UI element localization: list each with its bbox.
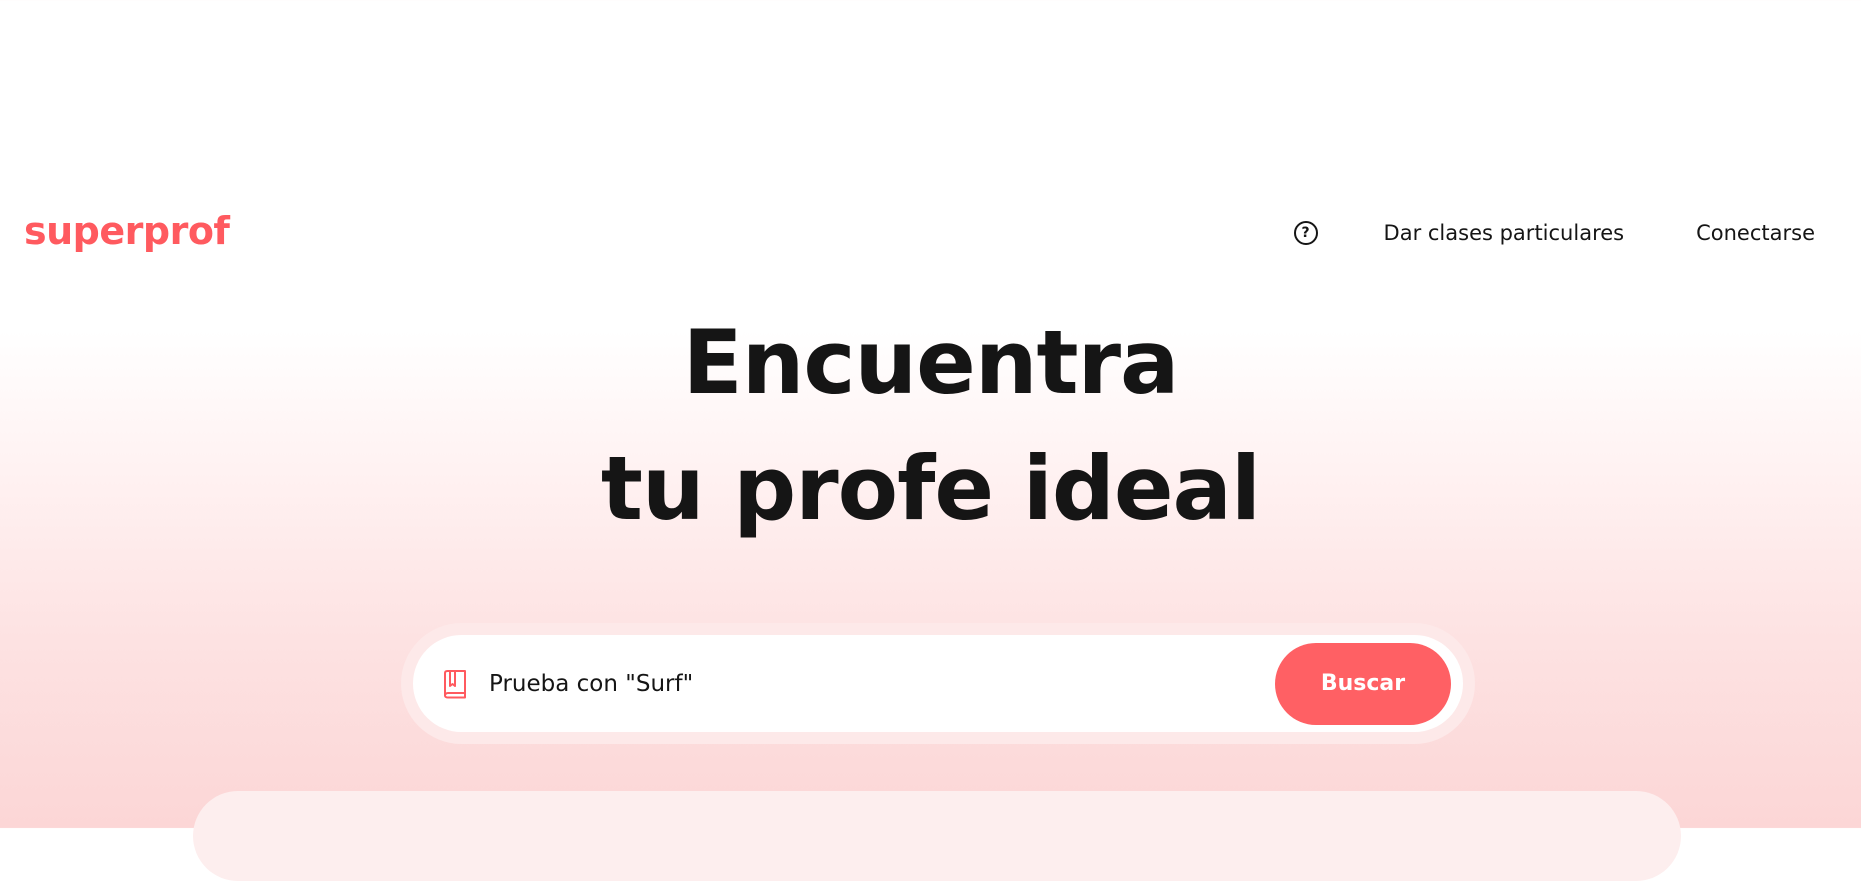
search-button[interactable]: Buscar	[1275, 642, 1451, 725]
site-header: superprof ? Dar clases particulares Cone…	[0, 205, 1861, 261]
book-icon	[444, 669, 466, 698]
superprof-logo[interactable]: superprof	[24, 205, 230, 257]
give-lessons-link[interactable]: Dar clases particulares	[1384, 221, 1625, 245]
hero-title: Encuentra tu profe ideal	[0, 300, 1861, 552]
top-nav: ? Dar clases particulares Conectarse	[1293, 205, 1815, 261]
search-input[interactable]	[487, 652, 1275, 715]
categories-panel	[193, 791, 1681, 881]
login-link[interactable]: Conectarse	[1696, 221, 1815, 245]
hero-title-line-1: Encuentra	[682, 311, 1180, 414]
hero-title-line-2: tu profe ideal	[600, 437, 1261, 540]
help-icon[interactable]: ?	[1293, 221, 1318, 245]
search-bar: Buscar	[401, 623, 1475, 744]
search-field-container[interactable]: Buscar	[413, 635, 1463, 732]
